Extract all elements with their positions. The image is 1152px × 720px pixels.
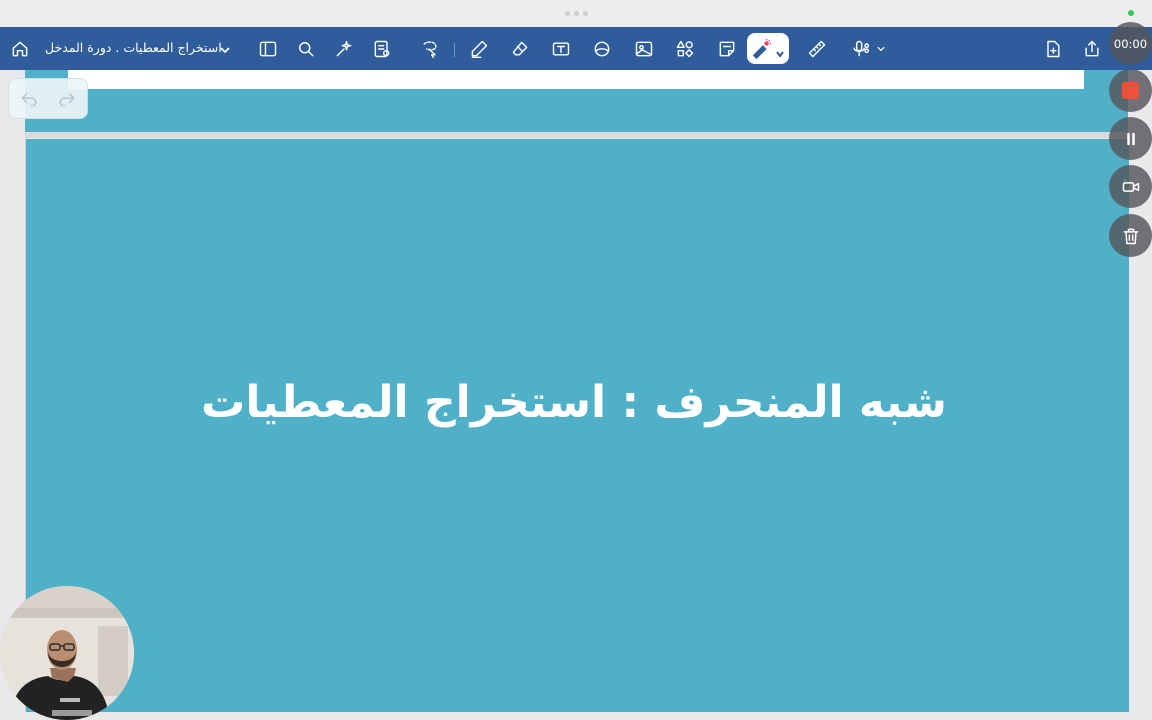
laser-pointer-icon [752, 38, 772, 60]
chevron-down-icon[interactable] [874, 37, 888, 61]
slide-title: شبه المنحرف : استخراج المعطيات [201, 377, 947, 428]
text-box-icon[interactable] [549, 37, 573, 61]
shapes-icon[interactable] [673, 37, 697, 61]
sparkle-wand-icon[interactable] [332, 37, 356, 61]
document-list-icon[interactable] [370, 37, 394, 61]
sidebar-icon[interactable] [256, 37, 280, 61]
chevron-down-icon [775, 44, 785, 58]
webcam-bubble[interactable] [0, 586, 134, 720]
microphone-icon[interactable] [848, 37, 872, 61]
page-divider [25, 132, 1128, 138]
pause-icon [1126, 132, 1135, 145]
add-page-icon[interactable] [1041, 37, 1065, 61]
trash-icon [1123, 228, 1138, 244]
undo-redo-panel [8, 78, 88, 119]
share-icon[interactable] [1080, 37, 1104, 61]
image-icon[interactable] [632, 37, 656, 61]
shape-fill-icon[interactable] [590, 37, 614, 61]
search-icon[interactable] [294, 37, 318, 61]
pause-button[interactable] [1109, 117, 1152, 160]
lasso-icon[interactable] [418, 37, 442, 61]
timer-label: 00:00 [1113, 36, 1148, 51]
recording-timer[interactable]: 00:00 [1109, 22, 1152, 65]
status-strip [0, 0, 1152, 27]
stop-button[interactable] [1109, 69, 1152, 112]
previous-slide-content [68, 70, 1084, 89]
camera-indicator-dot [1128, 10, 1134, 16]
camera-switch-button[interactable] [1109, 165, 1152, 208]
undo-icon[interactable] [17, 87, 41, 111]
pen-icon[interactable] [467, 37, 491, 61]
document-title[interactable]: استخراج المعطيات . دورة المدخل [45, 40, 222, 58]
camera-switch-icon [1122, 178, 1139, 192]
slide-page[interactable]: شبه المنحرف : استخراج المعطيات [25, 139, 1129, 712]
multitasking-grip[interactable] [565, 11, 588, 16]
eraser-icon[interactable] [508, 37, 532, 61]
toolbar: استخراج المعطيات . دورة المدخل [0, 27, 1152, 70]
sticky-note-icon[interactable] [715, 37, 739, 61]
home-icon[interactable] [8, 37, 32, 61]
presenter-video [0, 586, 134, 720]
ruler-icon[interactable] [805, 37, 829, 61]
stop-icon [1122, 82, 1139, 99]
toolbar-divider [454, 43, 455, 57]
laser-pointer-button[interactable] [747, 33, 789, 64]
chevron-down-icon[interactable] [218, 42, 232, 56]
delete-recording-button[interactable] [1109, 214, 1152, 257]
redo-icon[interactable] [55, 87, 79, 111]
